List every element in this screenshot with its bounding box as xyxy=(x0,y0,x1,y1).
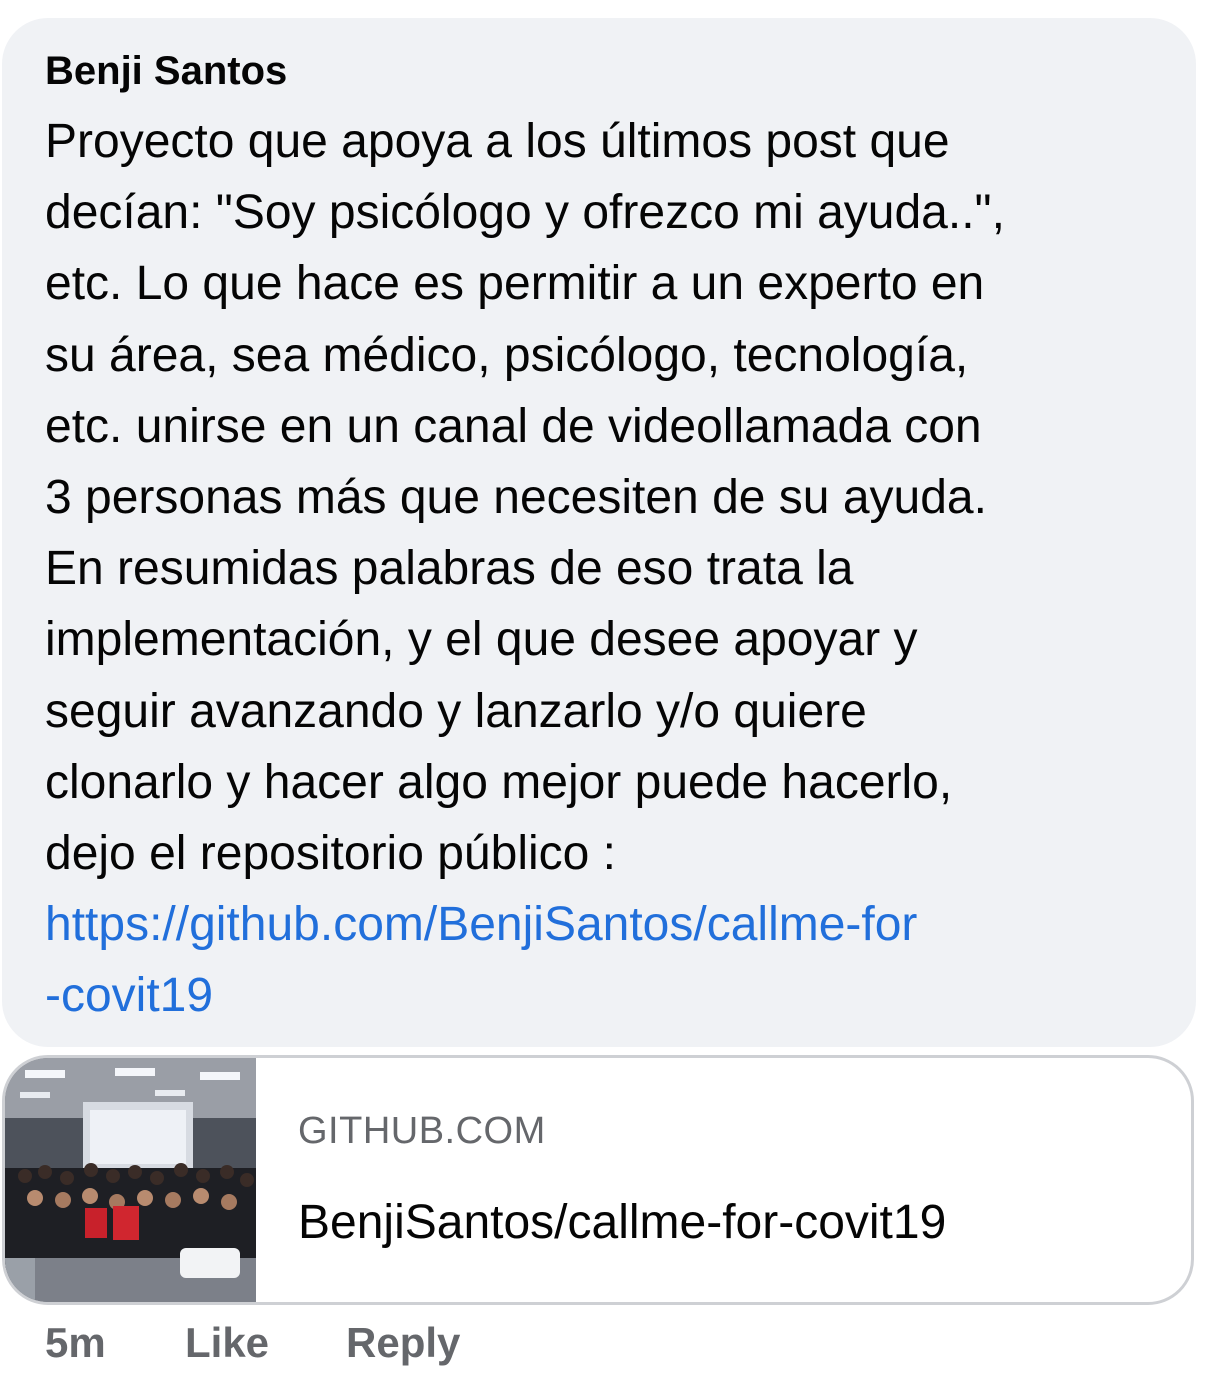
comment-text-line: En resumidas palabras de eso trata la xyxy=(45,542,854,596)
link-preview-domain: GITHUB.COM xyxy=(298,1110,546,1152)
comment-text-line: 3 personas más que necesiten de su ayuda… xyxy=(45,471,987,525)
group-photo-thumbnail[interactable] xyxy=(5,1058,256,1302)
link-preview-title[interactable]: BenjiSantos/callme-for-covit19 xyxy=(298,1195,946,1250)
comment-text-line: implementación, y el que desee apoyar y xyxy=(45,613,918,667)
comment-text-line: etc. unirse en un canal de videollamada … xyxy=(45,399,982,453)
comment-text-line: decían: "Soy psicólogo y ofrezco mi ayud… xyxy=(45,186,1005,240)
repository-link-line[interactable]: https://github.com/BenjiSantos/callme-fo… xyxy=(45,889,1156,960)
comment-text-line: su área, sea médico, psicólogo, tecnolog… xyxy=(45,328,969,382)
link-preview-card[interactable]: GITHUB.COM BenjiSantos/callme-for-covit1… xyxy=(2,1055,1194,1305)
comment-body: Proyecto que apoya a los últimos post qu… xyxy=(45,106,1156,1032)
repository-link-line[interactable]: -covit19 xyxy=(45,960,1156,1031)
comment-text-line: etc. Lo que hace es permitir a un expert… xyxy=(45,257,985,311)
repository-link[interactable]: https://github.com/BenjiSantos/callme-fo… xyxy=(45,889,1156,1031)
comment-author-name[interactable]: Benji Santos xyxy=(45,40,1156,102)
like-button[interactable]: Like xyxy=(185,1313,269,1373)
comment-text-line: seguir avanzando y lanzarlo y/o quiere xyxy=(45,684,867,738)
comment-text-line: Proyecto que apoya a los últimos post qu… xyxy=(45,115,950,168)
comment-timestamp[interactable]: 5m xyxy=(45,1313,106,1373)
comment-bubble: Benji Santos Proyecto que apoya a los úl… xyxy=(2,18,1196,1047)
reply-button[interactable]: Reply xyxy=(346,1313,460,1373)
comment-text-line: dejo el repositorio público : xyxy=(45,827,617,881)
comment-text-line: clonarlo y hacer algo mejor puede hacerl… xyxy=(45,755,953,809)
